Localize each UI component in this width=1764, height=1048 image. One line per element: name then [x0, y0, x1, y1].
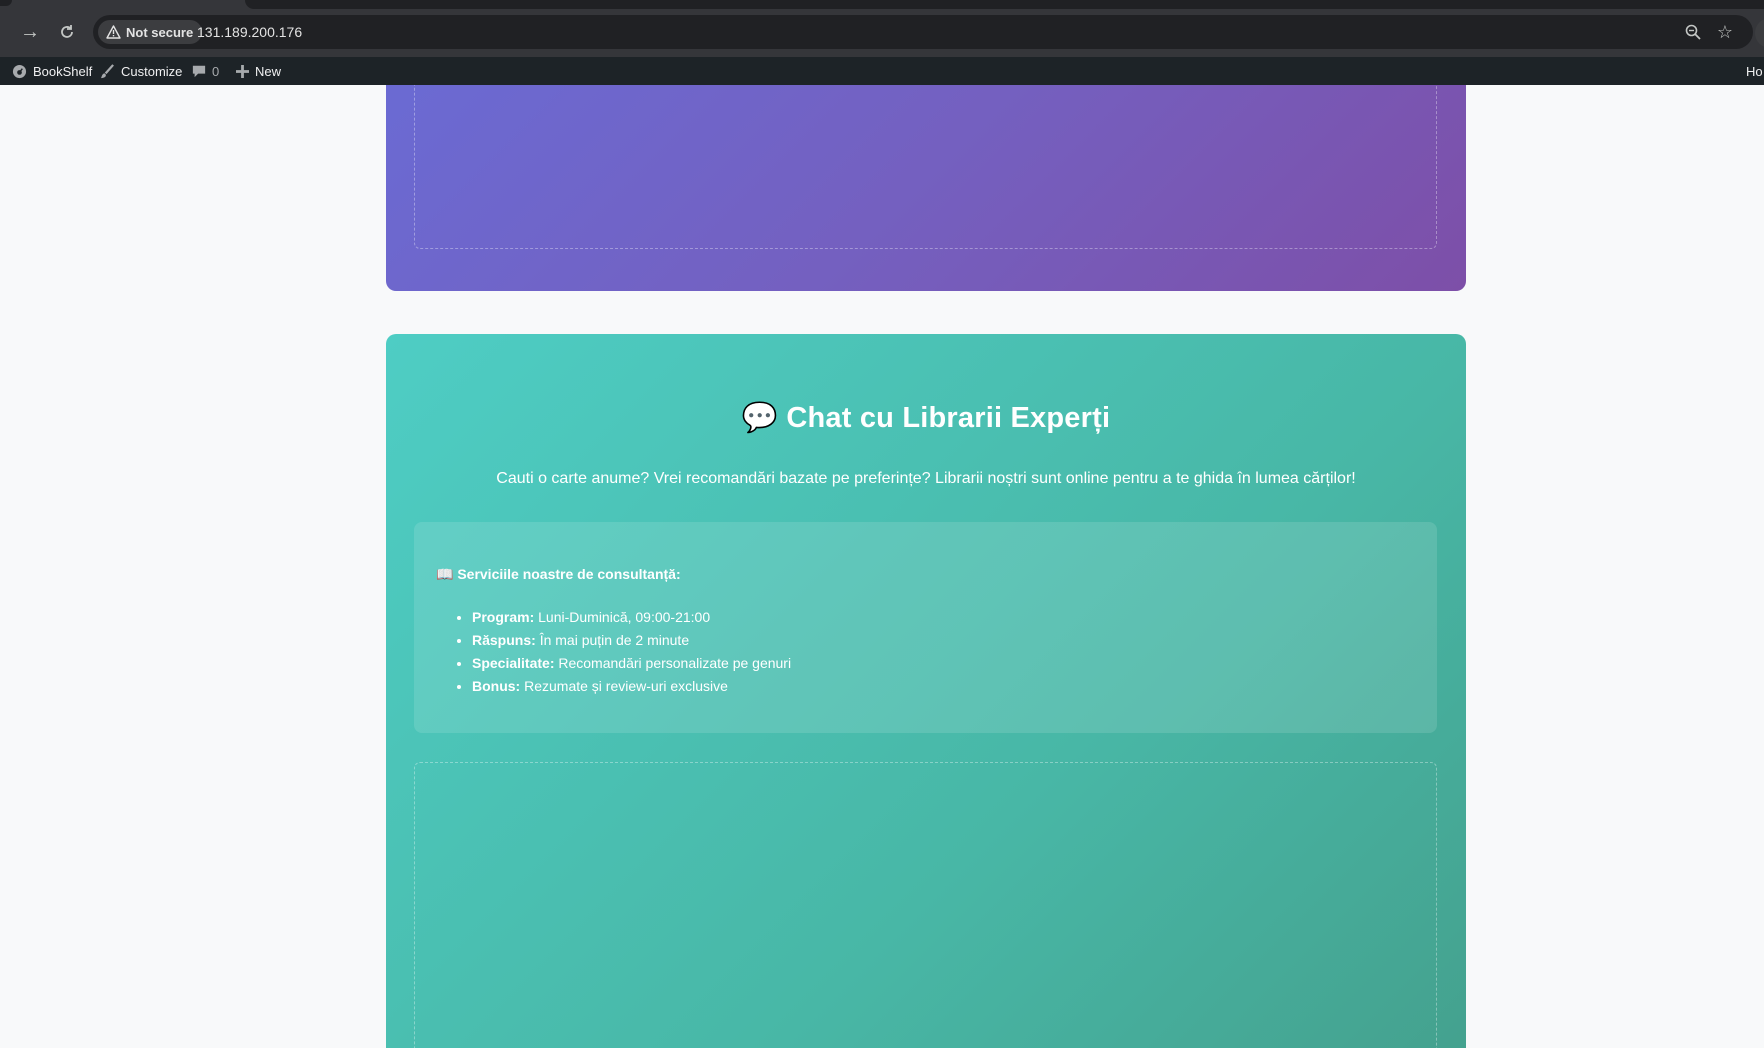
service-label: Specialitate:: [472, 655, 555, 671]
new-label: New: [255, 63, 282, 79]
tab-strip: [245, 0, 1764, 9]
comments-count: 0: [212, 63, 220, 79]
brush-icon: [100, 63, 115, 79]
services-box: 📖 Serviciile noastre de consultanță: Pro…: [414, 522, 1437, 733]
admin-bar-site[interactable]: BookShelf: [12, 57, 92, 85]
service-value: În mai puțin de 2 minute: [539, 632, 690, 648]
purple-embed-placeholder: [414, 85, 1437, 249]
admin-bar: BookShelf Customize 0 New Ho: [0, 57, 1764, 85]
security-chip[interactable]: Not secure: [98, 20, 203, 44]
site-name: BookShelf: [33, 63, 93, 79]
services-heading-text: Serviciile noastre de consultanță:: [457, 566, 681, 582]
bookmark-star-icon[interactable]: ☆: [1712, 19, 1738, 45]
admin-bar-comments[interactable]: 0: [192, 57, 219, 85]
service-label: Răspuns:: [472, 632, 536, 648]
list-item: Răspuns: În mai puțin de 2 minute: [472, 629, 791, 652]
forward-icon[interactable]: →: [16, 18, 44, 46]
services-list: Program: Luni-Duminică, 09:00-21:00 Răsp…: [472, 606, 791, 698]
chat-section-card: 💬 Chat cu Librarii Experți Cauti o carte…: [386, 334, 1466, 1048]
list-item: Bonus: Rezumate și review-uri exclusive: [472, 675, 791, 698]
services-heading: 📖 Serviciile noastre de consultanță:: [436, 566, 681, 583]
dashboard-icon: [12, 64, 27, 79]
service-value: Rezumate și review-uri exclusive: [524, 678, 728, 694]
speech-bubble-icon: 💬: [741, 402, 779, 434]
browser-toolbar: → Not secure 131.189.200.176 ☆: [0, 0, 1764, 57]
reload-icon[interactable]: [53, 18, 81, 46]
plus-icon: [236, 64, 249, 78]
warning-icon: [106, 25, 121, 39]
address-bar[interactable]: Not secure 131.189.200.176 ☆: [93, 15, 1753, 49]
book-icon: 📖: [436, 566, 454, 582]
list-item: Specialitate: Recomandări personalizate …: [472, 652, 791, 675]
chat-title: 💬 Chat cu Librarii Experți: [386, 401, 1466, 435]
security-label: Not secure: [126, 24, 194, 40]
howdy-label: Ho: [1746, 63, 1763, 79]
url-text[interactable]: 131.189.200.176: [197, 15, 302, 49]
comment-icon: [192, 64, 206, 78]
profile-icon[interactable]: [1755, 18, 1764, 48]
admin-bar-new[interactable]: New: [236, 57, 281, 85]
tab-strip-left-edge: [0, 0, 12, 6]
admin-bar-howdy[interactable]: Ho: [1746, 57, 1763, 85]
chat-title-text: Chat cu Librarii Experți: [786, 402, 1111, 434]
service-label: Bonus:: [472, 678, 521, 694]
list-item: Program: Luni-Duminică, 09:00-21:00: [472, 606, 791, 629]
service-value: Recomandări personalizate pe genuri: [558, 655, 792, 671]
page-content: 💬 Chat cu Librarii Experți Cauti o carte…: [0, 85, 1764, 1048]
chat-subtitle: Cauti o carte anume? Vrei recomandări ba…: [496, 470, 1356, 487]
service-value: Luni-Duminică, 09:00-21:00: [538, 609, 711, 625]
customize-label: Customize: [121, 63, 183, 79]
chat-embed-placeholder: [414, 762, 1437, 1048]
service-label: Program:: [472, 609, 535, 625]
zoom-icon[interactable]: [1680, 19, 1706, 45]
purple-section-card: [386, 85, 1466, 291]
admin-bar-customize[interactable]: Customize: [100, 57, 182, 85]
